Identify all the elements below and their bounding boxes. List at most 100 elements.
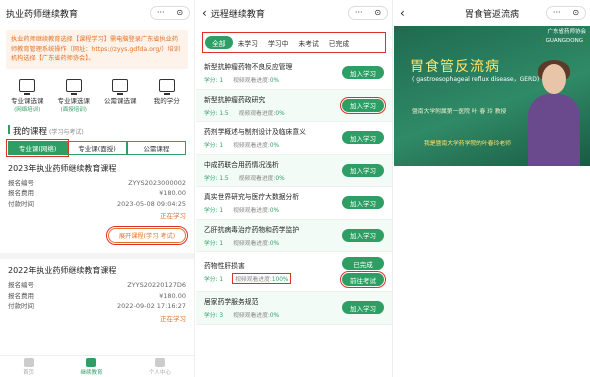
video-title: 胃食管反流病 <box>410 59 500 75</box>
tab-label: 首页 <box>23 369 35 376</box>
progress-label: 视频观看进度: <box>233 240 270 247</box>
join-study-button[interactable]: 加入学习 <box>342 163 384 177</box>
progress-value: 0% <box>269 78 280 85</box>
entry-my-credits[interactable]: 我的学分 <box>147 78 187 113</box>
entry-grid: 专业课选课 (网络培训) 专业课选课 (面授培训) 公需课选课 我的学分 <box>0 78 194 113</box>
tab-education[interactable]: 继续教育 <box>80 357 103 376</box>
list-item: 新型抗肿瘤药政研究 学分: 1.5 视频观看进度:0% 加入学习 <box>196 89 392 122</box>
filter-all[interactable]: 全部 <box>205 36 233 49</box>
join-study-button[interactable]: 加入学习 <box>342 66 384 80</box>
lesson-name: 新型抗肿瘤药政研究 <box>204 95 266 104</box>
video-panel: ‹ 胃食管返流病 ··· ⊙ 广东省药师协会 GUANGDONG 胃食管反流病 … <box>394 0 590 377</box>
tab-profile[interactable]: 个人中心 <box>149 357 171 376</box>
filter-tabs: 全部 未学习 学习中 未考试 已完成 <box>202 32 386 53</box>
tab-online-course[interactable]: 专业课(网络) <box>5 138 70 157</box>
join-study-button[interactable]: 加入学习 <box>342 228 384 242</box>
join-study-button[interactable]: 加入学习 <box>342 131 384 145</box>
credits-label: 学分: <box>204 208 218 215</box>
progress-label: 视频观看进度: <box>233 143 270 150</box>
field-value: ZYYS20220127D6 <box>127 281 186 289</box>
course-card: 2023年执业药师继续教育课程 报名编号 ZYYS2023000002 报名费用 ¥… <box>0 157 194 248</box>
progress-value: 0% <box>269 143 280 150</box>
credits-label: 学分: <box>204 143 218 150</box>
education-icon <box>86 357 97 367</box>
credits-value: 1 <box>219 143 224 150</box>
more-icon[interactable]: ··· <box>355 9 363 17</box>
expand-course-button[interactable]: 展开课程(学习 考试) <box>106 226 188 245</box>
filter-not-started[interactable]: 未学习 <box>233 36 263 49</box>
filter-not-examined[interactable]: 未考试 <box>293 36 323 49</box>
back-icon[interactable]: ‹ <box>400 6 405 20</box>
back-icon[interactable]: ‹ <box>202 6 207 20</box>
entry-label: 专业课选课 <box>11 96 44 105</box>
filter-completed[interactable]: 已完成 <box>324 36 354 49</box>
progress-label: 视频观看进度: <box>233 208 270 215</box>
field-value: 2022-09-02 17:16:27 <box>116 302 186 310</box>
field-key: 报名费用 <box>8 291 34 300</box>
field-row: 付款时间 2022-09-02 17:16:27 <box>8 301 186 312</box>
progress-label: 视频观看进度: <box>233 78 270 85</box>
entry-public-course[interactable]: 公需课选课 <box>100 78 140 113</box>
close-icon[interactable]: ⊙ <box>176 9 183 17</box>
list-item: 药物性肝损害 学分: 1 视频观看进度:100% 已完成 前往考试 <box>196 252 392 292</box>
list-item: 乙肝抗病毒治疗药物和药学监护 学分: 1 视频观看进度:0% 加入学习 <box>196 219 392 252</box>
entry-online-course[interactable]: 专业课选课 (网络培训) <box>7 78 47 113</box>
section-title: 我的课程 <box>13 126 48 137</box>
logo-badge: GUANGDONG <box>542 37 586 46</box>
join-study-button[interactable]: 加入学习 <box>339 96 387 115</box>
credits-value: 3 <box>219 313 224 320</box>
entry-label: 专业课选课 <box>57 96 91 105</box>
credits-value: 1.5 <box>219 110 229 117</box>
go-to-exam-button[interactable]: 前往考试 <box>339 270 387 289</box>
more-icon[interactable]: ··· <box>553 9 561 17</box>
tab-label: 继续教育 <box>80 369 103 376</box>
association-logo: 广东省药师协会 GUANGDONG <box>542 29 586 46</box>
progress-value: 0% <box>269 240 280 247</box>
status-badge: 正在学习 <box>160 212 186 220</box>
tab-offline-course[interactable]: 专业课(面授) <box>67 140 127 155</box>
button-group: 已完成 前往考试 <box>339 257 387 289</box>
section-accent <box>8 124 10 134</box>
monitor-play-icon <box>19 78 36 95</box>
credits-label: 学分: <box>204 175 218 182</box>
entry-label: 公需课选课 <box>104 96 137 105</box>
page-title: 执业药师继续教育 <box>6 9 79 20</box>
tab-public-course[interactable]: 公需课程 <box>126 140 186 155</box>
close-icon[interactable]: ⊙ <box>374 9 381 17</box>
field-key: 报名编号 <box>8 281 34 289</box>
progress-value: 100% <box>271 277 289 283</box>
progress-highlight: 视频观看进度:100% <box>232 273 292 284</box>
lesson-name: 中成药联合用药情况浅析 <box>204 160 279 169</box>
header: ‹ 远程继续教育 ··· ⊙ <box>196 0 392 26</box>
course-name: 2023年执业药师继续教育课程 <box>8 163 117 173</box>
my-courses-panel: 执业药师继续教育 ··· ⊙ 执业药师继续教育选择【课程学习】需电脑登录广东省执… <box>0 0 195 377</box>
join-study-button[interactable]: 加入学习 <box>342 196 384 210</box>
header: 执业药师继续教育 ··· ⊙ <box>0 0 194 26</box>
progress-value: 0% <box>275 175 285 182</box>
monitor-play-icon <box>112 78 129 95</box>
tab-home[interactable]: 首页 <box>23 357 35 376</box>
list-item: 药剂学概述与制剂设计及临床意义 学分: 1 视频观看进度:0% 加入学习 <box>196 122 392 155</box>
entry-sub: (面授培训) <box>60 106 87 113</box>
progress-value: 0% <box>275 110 285 117</box>
monitor-play-icon <box>65 78 82 95</box>
credits-label: 学分: <box>204 78 218 85</box>
list-item: 中成药联合用药情况浅析 学分: 1.5 视频观看进度:0% 加入学习 <box>196 154 392 187</box>
entry-offline-course[interactable]: 专业课选课 (面授培训) <box>54 78 94 113</box>
speaker-body <box>528 94 580 166</box>
entry-sub: (网络培训) <box>14 106 41 113</box>
progress-label: 视频观看进度: <box>238 110 276 117</box>
more-icon[interactable]: ··· <box>157 9 165 17</box>
remote-education-panel: ‹ 远程继续教育 ··· ⊙ 全部 未学习 学习中 未考试 已完成 新型抗肿瘤药… <box>196 0 393 377</box>
bottom-tabbar: 首页 继续教育 个人中心 <box>0 355 194 377</box>
completed-button[interactable]: 已完成 <box>342 257 384 270</box>
field-value: ¥180.00 <box>159 291 186 300</box>
speaker-info: 暨南大学附属第一医院 叶 春 玲 教授 <box>412 109 507 115</box>
monitor-list-icon <box>158 78 175 95</box>
close-icon[interactable]: ⊙ <box>572 9 579 17</box>
list-item: 真实世界研究与医疗大数据分析 学分: 1 视频观看进度:0% 加入学习 <box>196 187 392 220</box>
progress-value: 0% <box>269 313 280 320</box>
join-study-button[interactable]: 加入学习 <box>342 301 384 315</box>
filter-in-progress[interactable]: 学习中 <box>263 36 293 49</box>
video-player[interactable]: 广东省药师协会 GUANGDONG 胃食管反流病 ( gastroesophag… <box>394 26 590 166</box>
